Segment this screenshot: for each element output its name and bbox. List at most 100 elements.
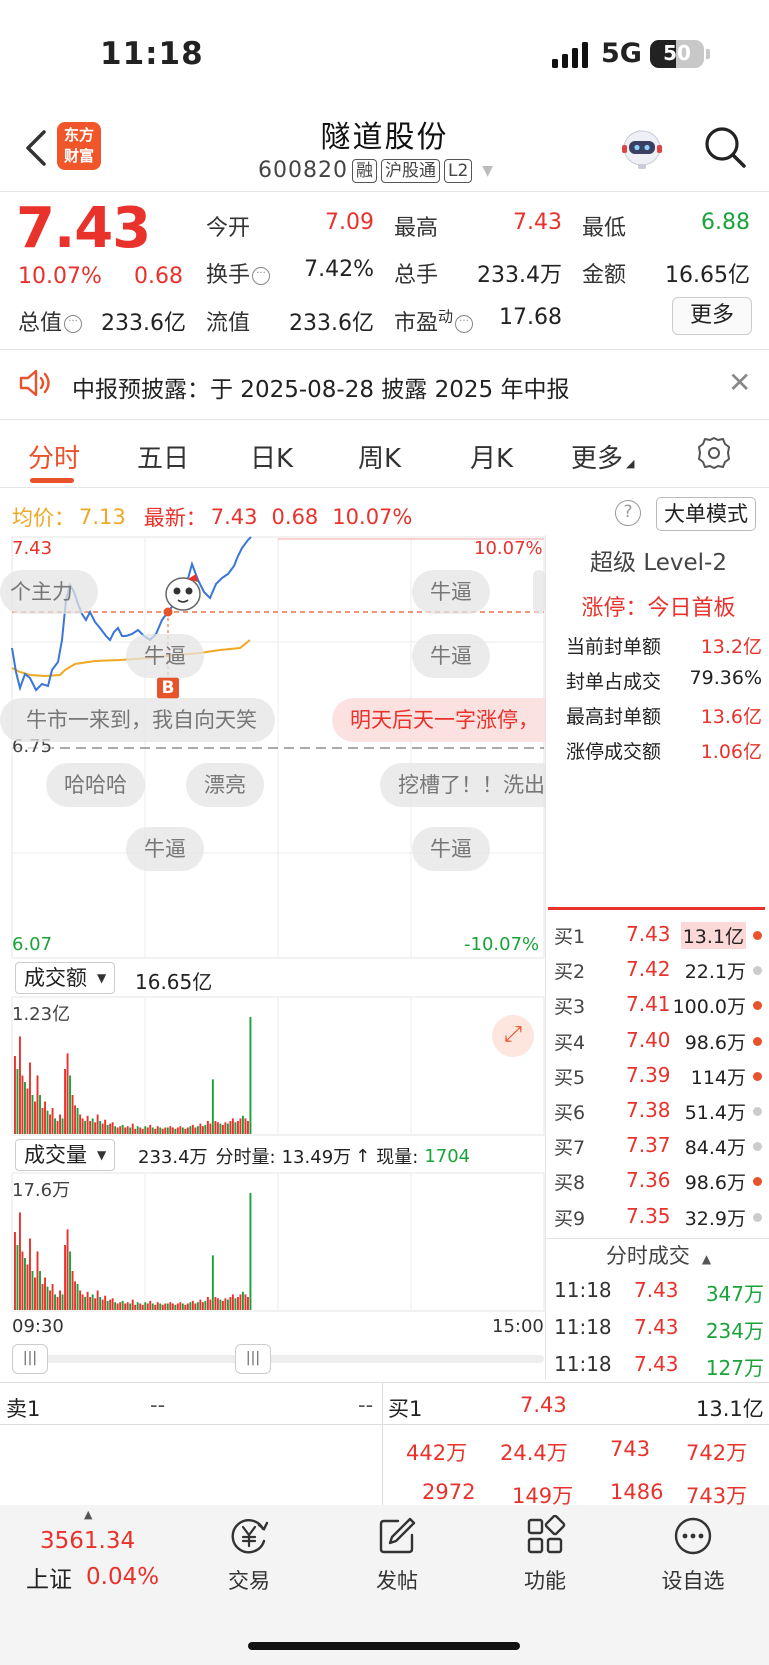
volume-bar — [81, 1118, 84, 1134]
turnover-label[interactable]: 换手 ··· — [206, 257, 271, 289]
settings-gear-icon[interactable] — [697, 436, 731, 470]
volume-bar — [164, 1127, 167, 1134]
comment-bubble[interactable]: 漂亮 — [186, 763, 264, 807]
order-book-row[interactable]: 买6 7.38 51.4万 — [554, 1098, 764, 1128]
notice-text[interactable]: 中报预披露：于 2025-08-28 披露 2025 年中报 — [72, 370, 569, 404]
volume-bar — [194, 1127, 197, 1134]
volume-bar — [56, 1297, 59, 1310]
comment-bubble[interactable]: 牛逼 — [412, 570, 490, 614]
amount-value: 16.65亿 — [665, 263, 750, 288]
volume-bar — [239, 1294, 242, 1310]
time-range-track[interactable] — [12, 1355, 544, 1363]
range-handle-right[interactable]: ||| — [235, 1344, 271, 1374]
tab-more[interactable]: 更多 ◢ — [571, 438, 634, 475]
queue-cell: 1486 — [610, 1480, 664, 1504]
tab-five-day[interactable]: 五日 — [137, 438, 189, 475]
volume-bar — [219, 1123, 222, 1134]
volume-bar — [124, 1127, 127, 1134]
expand-icon[interactable]: ⤢ — [492, 1015, 534, 1057]
volume-bar — [196, 1126, 199, 1134]
comment-bubble[interactable]: 牛市一来到，我自向天笑 — [0, 698, 275, 742]
volume-bar — [204, 1124, 207, 1134]
comment-bubble[interactable]: 牛逼 — [126, 827, 204, 871]
order-book-row[interactable]: 买2 7.42 22.1万 — [554, 957, 764, 987]
volume-bar — [119, 1302, 122, 1310]
volume-bar — [149, 1300, 152, 1310]
nav-post[interactable]: 发帖 — [342, 1515, 452, 1595]
market-cap-label[interactable]: 总值 ··· — [18, 305, 83, 337]
volume-bar — [64, 1245, 67, 1310]
volume-bar — [44, 1277, 46, 1310]
order-book-row[interactable]: 买9 7.35 32.9万 — [554, 1204, 764, 1234]
market-cap-value: 233.6亿 — [101, 311, 186, 336]
comment-bubble[interactable]: 哈哈哈 — [46, 763, 145, 807]
volume-bar — [69, 1075, 72, 1134]
range-handle-left[interactable]: ||| — [12, 1344, 48, 1374]
help-icon[interactable]: ? — [615, 500, 641, 526]
volume-bar — [29, 1238, 31, 1310]
tab-monthly-k[interactable]: 月K — [470, 438, 513, 475]
order-book-row[interactable]: 买8 7.36 98.6万 — [554, 1168, 764, 1198]
nav-trade[interactable]: 交易 — [194, 1515, 304, 1595]
turnover-value: 7.42% — [304, 257, 374, 282]
volume-bar — [54, 1294, 56, 1310]
flow-dot — [753, 1036, 762, 1046]
volume-bar — [209, 1123, 212, 1134]
close-icon[interactable]: ✕ — [728, 366, 751, 399]
comment-bubble[interactable]: 挖槽了！！洗出 — [380, 763, 545, 807]
latest-price: 7.43 — [210, 505, 258, 529]
trades-title[interactable]: 分时成交 ▲ — [548, 1240, 769, 1270]
amount-dropdown[interactable]: 成交额 ▼ — [15, 962, 116, 994]
order-book-row[interactable]: 买7 7.37 84.4万 — [554, 1133, 764, 1163]
volume-dropdown[interactable]: 成交量 ▼ — [15, 1139, 116, 1171]
comment-bubble[interactable]: 个主力 — [0, 570, 98, 614]
volume-bar — [84, 1297, 87, 1310]
volume-bar — [31, 1271, 34, 1310]
more-quote-button[interactable]: 更多 — [672, 297, 752, 335]
order-book-row[interactable]: 买4 7.40 98.6万 — [554, 1028, 764, 1058]
more-circle-icon — [674, 1517, 712, 1555]
level2-title[interactable]: 超级 Level-2 — [548, 543, 769, 577]
tab-daily-k[interactable]: 日K — [250, 438, 293, 475]
comment-bubble[interactable]: 明天后天一字涨停， — [332, 698, 545, 742]
index-value[interactable]: 3561.34 — [40, 1528, 135, 1554]
assistant-robot-icon[interactable] — [618, 124, 666, 172]
order-book-row[interactable]: 买3 7.41 100.0万 — [554, 992, 764, 1022]
amount-bars — [14, 1017, 252, 1134]
pe-label[interactable]: 市盈动 ··· — [394, 305, 474, 337]
volume-bar — [116, 1303, 119, 1310]
change-percent: 10.07% — [18, 264, 102, 289]
nav-functions[interactable]: 功能 — [490, 1514, 600, 1595]
low-label: 最低 — [582, 216, 627, 241]
amount-label: 金额 — [582, 263, 627, 288]
order-book-row[interactable]: 买1 7.43 13.1亿 — [554, 922, 764, 952]
order-book-row[interactable]: 买5 7.39 114万 — [554, 1063, 764, 1093]
buy-marker[interactable]: B — [157, 677, 179, 699]
nav-watchlist[interactable]: 设自选 — [638, 1515, 748, 1595]
level-volume: 13.1亿 — [680, 922, 746, 949]
volume-bar — [201, 1302, 204, 1310]
flow-dot — [753, 1001, 762, 1011]
level-volume: 98.6万 — [684, 1031, 746, 1054]
expand-up-icon[interactable]: ▲ — [84, 1508, 92, 1521]
comment-bubble[interactable]: 牛逼 — [126, 634, 204, 678]
search-icon[interactable] — [702, 124, 748, 170]
latest-change: 0.68 — [271, 505, 319, 529]
tab-intraday[interactable]: 分时 — [28, 438, 80, 475]
volume-period: 13.49万 — [281, 1147, 352, 1168]
volume-bar — [91, 1294, 94, 1310]
comment-bubble[interactable]: 牛逼 — [412, 827, 490, 871]
volume-bar — [46, 1286, 49, 1310]
volume-bar — [141, 1128, 144, 1134]
volume-bar — [84, 1121, 87, 1134]
stock-code-row[interactable]: 600820 融 沪股通 L2 ▼ — [258, 158, 493, 183]
volume-bar — [154, 1128, 157, 1134]
tab-weekly-k[interactable]: 周K — [358, 438, 401, 475]
level-price: 7.41 — [626, 992, 671, 1017]
flow-dot — [753, 931, 762, 940]
comment-bubble[interactable]: 牛逼 — [412, 634, 490, 678]
index-row[interactable]: 上证 0.04% — [26, 1560, 159, 1594]
big-order-mode-button[interactable]: 大单模式 — [656, 497, 756, 531]
volume-bar — [19, 1036, 21, 1134]
level-volume: 114万 — [690, 1066, 746, 1089]
